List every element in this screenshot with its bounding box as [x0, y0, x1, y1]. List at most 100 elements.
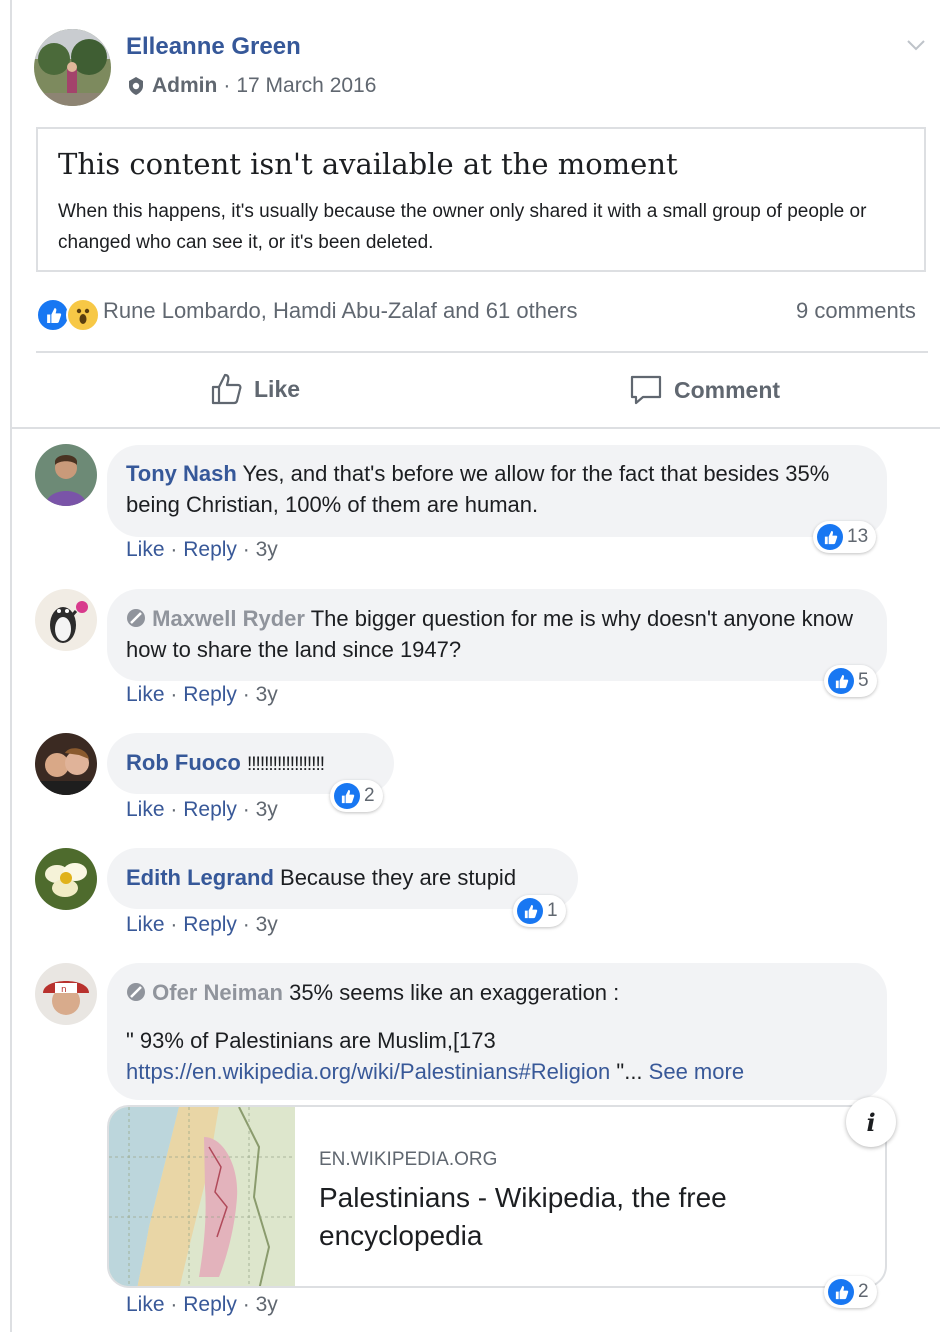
comment-text: Edith Legrand Because they are stupid — [126, 862, 576, 893]
comment-ellipsis: "... — [616, 1059, 643, 1084]
svg-text:n: n — [61, 985, 67, 995]
comment-like-count-badge[interactable]: 2 — [824, 1276, 877, 1308]
commenter-avatar[interactable] — [35, 444, 97, 506]
link-preview-card[interactable]: EN.WIKIPEDIA.ORG Palestinians - Wikipedi… — [107, 1105, 887, 1288]
like-icon — [334, 783, 360, 809]
wow-reaction-icon — [66, 298, 100, 332]
see-more-link[interactable]: See more — [649, 1059, 744, 1084]
action-separator: · — [170, 1293, 178, 1316]
comment-age[interactable]: 3y — [256, 913, 278, 936]
commenter-name[interactable]: Rob Fuoco — [126, 750, 241, 775]
comment-quote-line: " 93% of Palestinians are Muslim,[173 — [126, 1028, 496, 1053]
comment-like-count-badge[interactable]: 2 — [330, 780, 383, 812]
link-preview-domain: EN.WIKIPEDIA.ORG — [319, 1149, 498, 1170]
action-separator: · — [242, 1293, 250, 1316]
comment-reply-link[interactable]: Reply — [183, 683, 237, 706]
comment-age[interactable]: 3y — [256, 798, 278, 821]
comment-like-count-badge[interactable]: 1 — [513, 895, 566, 927]
comment-age[interactable]: 3y — [256, 1293, 278, 1316]
commenter-name[interactable]: Maxwell Ryder — [152, 606, 305, 631]
comment-like-link[interactable]: Like — [126, 683, 165, 706]
comment-body: Because they are stupid — [280, 865, 517, 890]
post-author-name[interactable]: Elleanne Green — [126, 33, 301, 61]
commenter-avatar[interactable] — [35, 733, 97, 795]
link-preview-map-image — [109, 1107, 295, 1286]
action-separator: · — [170, 683, 178, 706]
comment-count[interactable]: 9 comments — [796, 298, 916, 324]
action-separator: · — [242, 538, 250, 561]
unavailable-title: This content isn't available at the mome… — [58, 147, 678, 181]
comment-like-count: 1 — [547, 900, 558, 921]
removed-user-icon — [126, 605, 146, 627]
commenter-avatar[interactable]: n — [35, 963, 97, 1025]
feed-left-border — [10, 0, 12, 1332]
comment-text: Tony Nash Yes, and that's before we allo… — [126, 458, 871, 520]
comment-like-count: 13 — [847, 526, 869, 547]
comment-bubble-icon — [628, 372, 664, 408]
comment-text: Ofer Neiman 35% seems like an exaggerati… — [126, 977, 871, 1008]
comment-reply-link[interactable]: Reply — [183, 538, 237, 561]
comment-button-label: Comment — [674, 376, 781, 403]
comment-like-count: 2 — [364, 785, 375, 806]
comment-body: 35% seems like an exaggeration : — [289, 980, 620, 1005]
like-icon — [828, 1279, 854, 1305]
comment-like-link[interactable]: Like — [126, 538, 165, 561]
reaction-icons[interactable] — [36, 298, 100, 332]
comments-divider — [12, 427, 940, 429]
link-preview-title[interactable]: Palestinians - Wikipedia, the free encyc… — [319, 1179, 839, 1255]
action-separator: · — [170, 798, 178, 821]
thumbs-up-icon — [210, 372, 244, 406]
like-button[interactable]: Like — [210, 372, 300, 406]
comment-age[interactable]: 3y — [256, 683, 278, 706]
comment-reply-link[interactable]: Reply — [183, 1293, 237, 1316]
comment-actions: Like · Reply · 3y — [126, 1293, 278, 1317]
comment-reply-link[interactable]: Reply — [183, 798, 237, 821]
comment-reply-link[interactable]: Reply — [183, 913, 237, 936]
post-date[interactable]: 17 March 2016 — [236, 74, 376, 98]
like-icon — [828, 668, 854, 694]
comment-like-count: 5 — [858, 670, 869, 691]
comment-url-link[interactable]: https://en.wikipedia.org/wiki/Palestinia… — [126, 1059, 610, 1084]
like-icon — [817, 524, 843, 550]
commenter-name[interactable]: Tony Nash — [126, 461, 237, 486]
unavailable-body: When this happens, it's usually because … — [58, 201, 867, 253]
commenter-avatar[interactable] — [35, 589, 97, 651]
comment-button[interactable]: Comment — [628, 372, 780, 408]
like-icon — [517, 898, 543, 924]
like-button-label: Like — [254, 375, 301, 402]
comment-text-continued: " 93% of Palestinians are Muslim,[173 ht… — [126, 1025, 871, 1087]
actions-divider — [36, 351, 928, 353]
comment-actions: Like · Reply · 3y — [126, 913, 278, 937]
comment-like-link[interactable]: Like — [126, 913, 165, 936]
action-separator: · — [170, 538, 178, 561]
reaction-names[interactable]: Rune Lombardo, Hamdi Abu-Zalaf and 61 ot… — [103, 298, 578, 324]
comment-age[interactable]: 3y — [256, 538, 278, 561]
comment-actions: Like · Reply · 3y — [126, 683, 278, 707]
admin-label: Admin — [152, 74, 218, 97]
comment-actions: Like · Reply · 3y — [126, 798, 278, 822]
action-separator: · — [242, 913, 250, 936]
comment-like-link[interactable]: Like — [126, 798, 165, 821]
comment-text: Maxwell Ryder The bigger question for me… — [126, 603, 876, 665]
action-separator: · — [242, 798, 250, 821]
comment-like-count-badge[interactable]: 5 — [824, 665, 877, 697]
comment-like-link[interactable]: Like — [126, 1293, 165, 1316]
like-reaction-icon — [36, 298, 70, 332]
meta-separator: · — [223, 74, 231, 97]
commenter-name[interactable]: Ofer Neiman — [152, 980, 283, 1005]
commenter-name[interactable]: Edith Legrand — [126, 865, 274, 890]
action-separator: · — [170, 913, 178, 936]
action-separator: · — [242, 683, 250, 706]
comment-body: !!!!!!!!!!!!!!!!!! — [247, 754, 325, 775]
commenter-avatar[interactable] — [35, 848, 97, 910]
post-meta: Admin · 17 March 2016 — [126, 74, 376, 98]
comment-text: Rob Fuoco !!!!!!!!!!!!!!!!!! — [126, 747, 391, 780]
comment-like-count-badge[interactable]: 13 — [813, 521, 877, 553]
admin-shield-icon — [126, 76, 146, 96]
info-icon[interactable]: i — [846, 1097, 896, 1147]
removed-user-icon — [126, 979, 146, 1001]
author-avatar[interactable] — [34, 29, 111, 106]
comment-actions: Like · Reply · 3y — [126, 538, 278, 562]
comment-like-count: 2 — [858, 1281, 869, 1302]
post-options-chevron-icon[interactable] — [905, 34, 927, 56]
